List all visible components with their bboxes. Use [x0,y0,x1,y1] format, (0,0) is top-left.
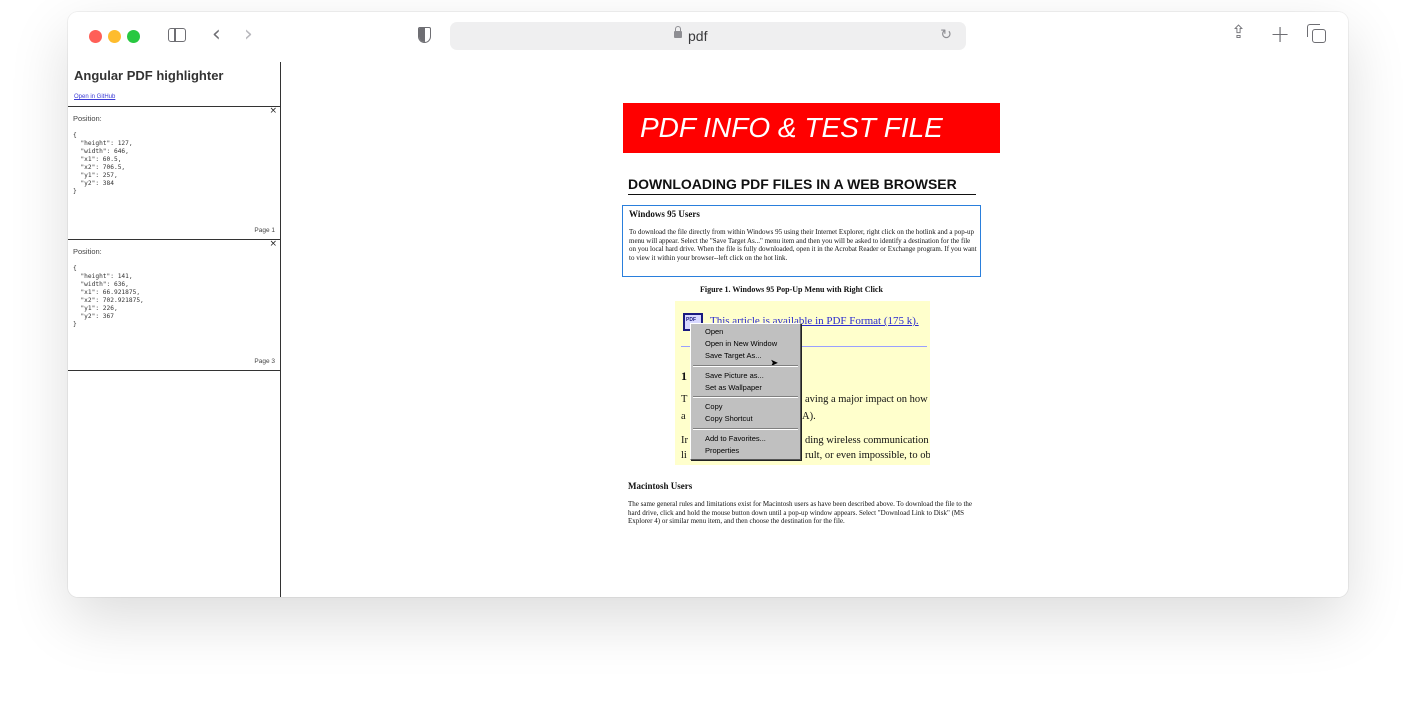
windows-paragraph: To download the file directly from withi… [629,228,977,262]
menu-item-save-picture: Save Picture as... [705,371,764,380]
menu-separator [693,365,798,367]
forward-icon[interactable]: › [244,24,253,46]
macintosh-heading: Macintosh Users [628,481,693,491]
pdf-viewer[interactable]: PDF INFO & TEST FILE DOWNLOADING PDF FIL… [282,62,1348,597]
highlights-sidebar: Angular PDF highlighter Open in GitHub ×… [68,62,281,597]
menu-item-open: Open [705,327,724,336]
menu-item-copy: Copy [705,402,723,411]
windows-heading: Windows 95 Users [629,209,700,219]
browser-toolbar: ‹ › pdf ↻ ⇪ + [68,12,1348,62]
figure-text: Ir [681,435,688,446]
share-icon[interactable]: ⇪ [1231,24,1246,42]
menu-item-properties: Properties [705,446,740,455]
close-icon[interactable]: × [269,106,277,116]
highlight-area[interactable]: Windows 95 Users To download the file di… [622,205,981,277]
new-tab-icon[interactable]: + [1270,22,1290,46]
figure-text: a [681,411,686,422]
figure-caption: Figure 1. Windows 95 Pop-Up Menu with Ri… [700,285,883,294]
menu-separator [693,428,798,430]
position-json: { "height": 141, "width": 636, "x1": 66.… [73,265,144,328]
address-text: pdf [688,28,708,44]
github-link[interactable]: Open in GitHub [74,94,115,100]
reload-icon[interactable]: ↻ [940,27,952,43]
app-title: Angular PDF highlighter [74,68,224,83]
figure-text: A). [802,411,816,422]
address-bar[interactable]: pdf ↻ [450,22,966,50]
sidebar-toggle-icon[interactable] [168,28,186,42]
menu-item-save-target: Save Target As... [705,351,762,360]
menu-item-set-wallpaper: Set as Wallpaper [705,383,762,392]
lock-icon [674,26,682,38]
context-menu: Open Open in New Window Save Target As..… [690,323,801,460]
close-window-button[interactable] [89,30,102,43]
tab-overview-icon[interactable] [1307,24,1326,43]
highlight-card[interactable]: × Position: { "height": 141, "width": 63… [68,239,280,370]
figure-text: ding wireless communication s [805,435,930,446]
position-label: Position: [73,114,102,123]
close-icon[interactable]: × [269,239,277,249]
figure-text: rult, or even impossible, to ob [805,450,930,461]
figure-screenshot: This article is available in PDF Format … [675,301,930,465]
menu-separator [693,396,798,398]
menu-item-copy-shortcut: Copy Shortcut [705,414,753,423]
mouse-cursor-icon: ➤ [770,358,779,369]
page-label: Page 1 [254,227,275,234]
position-label: Position: [73,247,102,256]
back-icon[interactable]: ‹ [212,24,221,46]
pdf-section-heading: DOWNLOADING PDF FILES IN A WEB BROWSER [628,176,976,195]
macintosh-paragraph: The same general rules and limitations e… [628,500,973,525]
menu-item-open-new-window: Open in New Window [705,339,778,348]
menu-item-add-favorites: Add to Favorites... [705,434,766,443]
figure-text: aving a major impact on how [805,394,928,405]
figure-number: 1 [681,369,687,383]
position-json: { "height": 127, "width": 646, "x1": 60.… [73,132,133,195]
pdf-banner-title: PDF INFO & TEST FILE [623,103,1000,153]
highlight-card[interactable]: × Position: { "height": 127, "width": 64… [68,106,280,239]
browser-window: ‹ › pdf ↻ ⇪ + Angular PDF highlighter Op… [68,12,1348,597]
divider [68,370,280,371]
figure-text: li [681,450,687,461]
privacy-shield-icon[interactable] [418,27,431,43]
zoom-window-button[interactable] [127,30,140,43]
page-label: Page 3 [254,358,275,365]
figure-text: T [681,394,688,405]
minimize-window-button[interactable] [108,30,121,43]
